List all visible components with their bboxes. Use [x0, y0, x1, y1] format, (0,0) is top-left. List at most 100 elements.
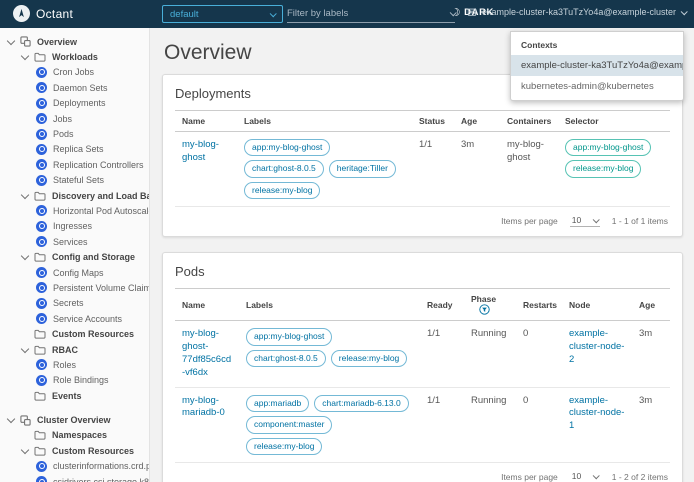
- chevron-down-icon: [592, 471, 600, 479]
- pagination: Items per page 10 1 - 1 of 1 items: [175, 207, 670, 236]
- sidebar-item-persistent-volume-claims[interactable]: Persistent Volume Claims: [0, 280, 149, 295]
- label-tag[interactable]: release:my-blog: [330, 349, 408, 368]
- label-tag[interactable]: heritage:Tiller: [328, 160, 396, 178]
- pagination: Items per page 10 1 - 2 of 2 items: [175, 463, 670, 482]
- sidebar-item-namespaces[interactable]: Namespaces: [0, 428, 149, 443]
- chevron-down-icon[interactable]: [20, 445, 30, 455]
- sidebar-item-ingresses[interactable]: Ingresses: [0, 219, 149, 234]
- sidebar-item-pods[interactable]: Pods: [0, 126, 149, 141]
- cell-link[interactable]: my-blog-ghost-77df85c6cd-vf6dx: [182, 328, 231, 377]
- cell-link[interactable]: example-cluster-node-1: [569, 395, 624, 432]
- page-size-value: 10: [571, 471, 582, 482]
- sidebar-item-rbac[interactable]: RBAC: [0, 342, 149, 357]
- sidebar-item-discovery-and-load-balancing[interactable]: Discovery and Load Balancing: [0, 188, 149, 203]
- folder-icon: [34, 329, 46, 339]
- chevron-down-icon[interactable]: [20, 51, 30, 61]
- sidebar-item-events[interactable]: Events: [0, 388, 149, 403]
- column-header-node: Node: [562, 288, 632, 322]
- sidebar-item-secrets[interactable]: Secrets: [0, 296, 149, 311]
- label-tag[interactable]: app:my-blog-ghost: [246, 328, 333, 346]
- namespace-select[interactable]: default: [162, 5, 283, 23]
- label-filter: [287, 5, 457, 23]
- sidebar-item-custom-resources[interactable]: Custom Resources: [0, 443, 149, 458]
- cell-link[interactable]: my-blog-mariadb-0: [182, 395, 225, 419]
- selector-tag[interactable]: app:my-blog-ghost: [565, 139, 652, 157]
- sidebar-item-overview[interactable]: Overview: [0, 34, 149, 49]
- cell-ready: 1/1: [420, 320, 464, 388]
- cluster-icon: [467, 8, 477, 16]
- sidebar-item-label: RBAC: [52, 344, 78, 355]
- sidebar-item-horizontal-pod-autoscalers[interactable]: Horizontal Pod Autoscalers: [0, 203, 149, 218]
- label-tag[interactable]: app:mariadb: [246, 394, 310, 413]
- column-header-label: Containers: [507, 116, 552, 126]
- cell-labels: app:my-blog-ghost chart:ghost-8.0.5 herita…: [237, 131, 412, 208]
- sidebar-item-label: Services: [53, 236, 88, 247]
- cell-link[interactable]: example-cluster-node-2: [569, 328, 624, 365]
- sidebar-item-label: Events: [52, 390, 82, 401]
- sidebar-item-deployments[interactable]: Deployments: [0, 96, 149, 111]
- cell-link[interactable]: my-blog-ghost: [182, 139, 219, 163]
- selector-tag[interactable]: release:my-blog: [565, 160, 642, 178]
- label-tag[interactable]: chart:mariadb-6.13.0: [314, 394, 409, 413]
- sidebar-item-config-maps[interactable]: Config Maps: [0, 265, 149, 280]
- k8s-resource-icon: [36, 143, 47, 155]
- chevron-down-icon[interactable]: [20, 190, 30, 199]
- cell-name: my-blog-mariadb-0: [175, 387, 239, 464]
- chevron-down-icon[interactable]: [6, 414, 16, 424]
- sidebar-item-label: Horizontal Pod Autoscalers: [53, 205, 149, 216]
- contexts-dropdown-items: example-cluster-ka3TuTzYo4a@example-clu.…: [511, 55, 683, 97]
- k8s-resource-icon: [36, 82, 47, 94]
- cell-age: 3m: [454, 131, 500, 208]
- chevron-down-icon[interactable]: [20, 251, 30, 261]
- sidebar-item-stateful-sets[interactable]: Stateful Sets: [0, 173, 149, 188]
- sidebar-item-label: Persistent Volume Claims: [53, 282, 149, 293]
- cell-name: my-blog-ghost: [175, 131, 237, 208]
- sidebar-item-custom-resources[interactable]: Custom Resources: [0, 326, 149, 341]
- context-item-example-cluster-ka3tutzyo4a-example-clu[interactable]: example-cluster-ka3TuTzYo4a@example-clu.…: [511, 55, 683, 76]
- chevron-down-icon[interactable]: [6, 36, 16, 45]
- folder-icon: [34, 52, 46, 62]
- phase-filter-icon[interactable]: [479, 304, 490, 316]
- label-tag[interactable]: chart:ghost-8.0.5: [246, 349, 326, 368]
- context-item-kubernetes-admin-kubernetes[interactable]: kubernetes-admin@kubernetes: [511, 76, 683, 97]
- sidebar-item-role-bindings[interactable]: Role Bindings: [0, 373, 149, 388]
- table-row: my-blog-ghost app:my-blog-ghost chart:ghos…: [175, 131, 670, 208]
- app-header: Octant default ☾ DARK example-cluster-ka…: [0, 0, 694, 28]
- sidebar-item-label: Deployments: [53, 98, 106, 109]
- column-header-label: Labels: [244, 116, 271, 126]
- k8s-resource-icon: [36, 476, 47, 482]
- app-title: Octant: [36, 7, 74, 21]
- sidebar-item-workloads[interactable]: Workloads: [0, 49, 149, 64]
- sidebar-item-replication-controllers[interactable]: Replication Controllers: [0, 157, 149, 172]
- chevron-down-icon[interactable]: [20, 344, 30, 353]
- sidebar-item-service-accounts[interactable]: Service Accounts: [0, 311, 149, 326]
- page-size-select[interactable]: 10: [569, 215, 600, 228]
- sidebar-item-label: Role Bindings: [53, 375, 109, 386]
- sidebar-item-config-and-storage[interactable]: Config and Storage: [0, 249, 149, 264]
- page-size-select[interactable]: 10: [570, 471, 600, 482]
- k8s-resource-icon: [36, 236, 47, 248]
- label-tag[interactable]: app:my-blog-ghost: [244, 139, 331, 157]
- sidebar-item-daemon-sets[interactable]: Daemon Sets: [0, 80, 149, 95]
- label-tag[interactable]: chart:ghost-8.0.5: [244, 160, 324, 178]
- sidebar-item-services[interactable]: Services: [0, 234, 149, 249]
- label-tag[interactable]: release:my-blog: [246, 437, 323, 456]
- sidebar-item-label: Pods: [53, 129, 74, 140]
- sidebar-item-label: Config and Storage: [52, 252, 135, 263]
- sidebar-item-cluster-overview[interactable]: Cluster Overview: [0, 412, 149, 427]
- label-filter-input[interactable]: [287, 8, 450, 19]
- label-tag[interactable]: component:master: [246, 416, 333, 434]
- cell-age: 3m: [632, 320, 670, 388]
- sidebar-item-replica-sets[interactable]: Replica Sets: [0, 142, 149, 157]
- k8s-resource-icon: [36, 97, 47, 109]
- sidebar-item-label: Discovery and Load Balancing: [52, 190, 149, 201]
- sidebar-item-csidrivers-csi-storage-k8s-io[interactable]: csidrivers.csi.storage.k8s.io: [0, 474, 149, 482]
- cell-ready: 1/1: [420, 387, 464, 464]
- cluster-context-selector[interactable]: example-cluster-ka3TuTzYo4a@example-clus…: [467, 7, 688, 17]
- k8s-resource-icon: [36, 113, 47, 125]
- sidebar-item-jobs[interactable]: Jobs: [0, 111, 149, 126]
- sidebar-item-cron-jobs[interactable]: Cron Jobs: [0, 65, 149, 80]
- label-tag[interactable]: release:my-blog: [244, 181, 321, 200]
- sidebar-item-roles[interactable]: Roles: [0, 357, 149, 372]
- sidebar-item-clusterinformations-crd-projec[interactable]: clusterinformations.crd.projec: [0, 459, 149, 474]
